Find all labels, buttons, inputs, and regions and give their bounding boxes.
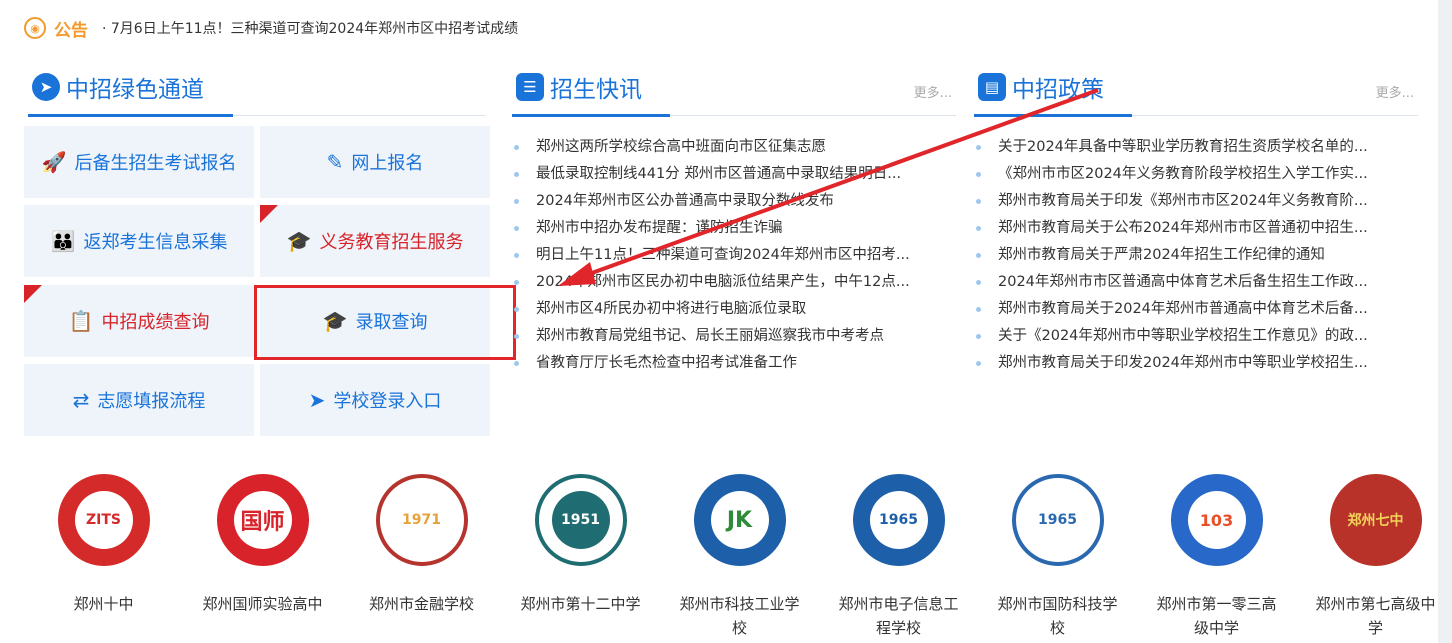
policy-item[interactable]: 郑州市教育局关于公布2024年郑州市市区普通初中招生...	[974, 215, 1424, 242]
rocket-icon: 🚀	[41, 150, 67, 174]
news-header: ☰ 招生快讯 更多...	[512, 62, 956, 117]
policy-header: ▤ 中招政策 更多...	[974, 62, 1418, 117]
news-title: 招生快讯	[550, 77, 642, 103]
policy-title: 中招政策	[1012, 77, 1104, 103]
school-card[interactable]: 国师 郑州国师实验高中	[183, 474, 342, 640]
news-list: 郑州这两所学校综合高中班面向市区征集志愿 最低录取控制线441分 郑州市区普通高…	[512, 134, 964, 377]
tile-online-signup[interactable]: ✎ 网上报名	[260, 126, 490, 198]
news-item[interactable]: 郑州市教育局党组书记、局长王丽娟巡察我市中考考点	[512, 323, 964, 350]
send-icon: ➤	[308, 388, 326, 412]
tile-returnee-info[interactable]: 👪 返郑考生信息采集	[24, 205, 254, 277]
notice-title: 公告	[54, 20, 88, 41]
notice-bar: ◉ 公告 · 7月6日上午11点！三种渠道可查询2024年郑州市区中招考试成绩	[24, 10, 518, 46]
school-logo: 1951	[534, 474, 627, 566]
news-item[interactable]: 明日上午11点！三种渠道可查询2024年郑州市区中招考...	[512, 242, 964, 269]
hot-corner-badge	[24, 285, 42, 303]
tile-volunteer-flow[interactable]: ⇄ 志愿填报流程	[24, 364, 254, 436]
school-logo: 1971	[375, 474, 468, 566]
news-item[interactable]: 最低录取控制线441分 郑州市区普通高中录取结果明日...	[512, 161, 964, 188]
policy-item[interactable]: 郑州市教育局关于严肃2024年招生工作纪律的通知	[974, 242, 1424, 269]
school-card[interactable]: 1965 郑州市国防科技学校	[978, 474, 1137, 640]
green-channel-title: 中招绿色通道	[66, 77, 204, 103]
news-item[interactable]: 2024年郑州市区民办初中电脑派位结果产生，中午12点...	[512, 269, 964, 296]
notice-link[interactable]: · 7月6日上午11点！三种渠道可查询2024年郑州市区中招考试成绩	[102, 18, 518, 38]
school-logo: 1965	[1011, 474, 1104, 566]
tile-school-login[interactable]: ➤ 学校登录入口	[260, 364, 490, 436]
policy-list: 关于2024年具备中等职业学历教育招生资质学校名单的... 《郑州市市区2024…	[974, 134, 1424, 377]
graduate-icon: 🎓	[286, 229, 312, 253]
people-icon: 👪	[50, 229, 76, 253]
news-more-link[interactable]: 更多...	[914, 82, 952, 101]
policy-more-link[interactable]: 更多...	[1376, 82, 1414, 101]
list-icon: ☰	[516, 73, 544, 101]
news-item[interactable]: 郑州市区4所民办初中将进行电脑派位录取	[512, 296, 964, 323]
school-logo: 103	[1170, 474, 1263, 566]
policy-item[interactable]: 郑州市教育局关于印发《郑州市市区2024年义务教育阶...	[974, 188, 1424, 215]
highlight-box	[254, 285, 516, 360]
school-card[interactable]: ZITS 郑州十中	[24, 474, 183, 640]
news-item[interactable]: 2024年郑州市区公办普通高中录取分数线发布	[512, 188, 964, 215]
news-item[interactable]: 郑州市中招办发布提醒：谨防招生诈骗	[512, 215, 964, 242]
school-logo: JK	[693, 474, 786, 566]
tile-score-query[interactable]: 📋 中招成绩查询	[24, 285, 254, 357]
school-card[interactable]: 郑州七中 郑州市第七高级中学	[1296, 474, 1452, 640]
policy-item[interactable]: 2024年郑州市市区普通高中体育艺术后备生招生工作政...	[974, 269, 1424, 296]
school-card[interactable]: 1965 郑州市电子信息工程学校	[819, 474, 978, 640]
school-card[interactable]: 1951 郑州市第十二中学	[501, 474, 660, 640]
flow-icon: ⇄	[72, 388, 90, 412]
tile-compulsory-edu[interactable]: 🎓 义务教育招生服务	[260, 205, 490, 277]
tile-reserve-exam-signup[interactable]: 🚀 后备生招生考试报名	[24, 126, 254, 198]
school-card[interactable]: 103 郑州市第一零三高级中学	[1137, 474, 1296, 640]
school-logo-row: ZITS 郑州十中 国师 郑州国师实验高中 1971 郑州市金融学校 1951 …	[24, 474, 1452, 640]
school-card[interactable]: JK 郑州市科技工业学校	[660, 474, 819, 640]
document-icon: ▤	[978, 73, 1006, 101]
report-search-icon: 📋	[68, 309, 94, 333]
school-card[interactable]: 1971 郑州市金融学校	[342, 474, 501, 640]
policy-item[interactable]: 关于2024年具备中等职业学历教育招生资质学校名单的...	[974, 134, 1424, 161]
school-logo: 国师	[216, 474, 309, 566]
news-item[interactable]: 省教育厅厅长毛杰检查中招考试准备工作	[512, 350, 964, 377]
speaker-icon: ◉	[24, 17, 46, 39]
school-logo: 1965	[852, 474, 945, 566]
school-logo: 郑州七中	[1329, 474, 1422, 566]
school-logo: ZITS	[57, 474, 150, 566]
green-channel-header: ➤ 中招绿色通道	[28, 62, 486, 117]
policy-item[interactable]: 郑州市教育局关于2024年郑州市普通高中体育艺术后备...	[974, 296, 1424, 323]
edit-icon: ✎	[326, 150, 344, 174]
hot-corner-badge	[260, 205, 278, 223]
news-item[interactable]: 郑州这两所学校综合高中班面向市区征集志愿	[512, 134, 964, 161]
policy-item[interactable]: 郑州市教育局关于印发2024年郑州市中等职业学校招生...	[974, 350, 1424, 377]
policy-item[interactable]: 关于《2024年郑州市中等职业学校招生工作意见》的政...	[974, 323, 1424, 350]
policy-item[interactable]: 《郑州市市区2024年义务教育阶段学校招生入学工作实...	[974, 161, 1424, 188]
compass-icon: ➤	[32, 73, 60, 101]
